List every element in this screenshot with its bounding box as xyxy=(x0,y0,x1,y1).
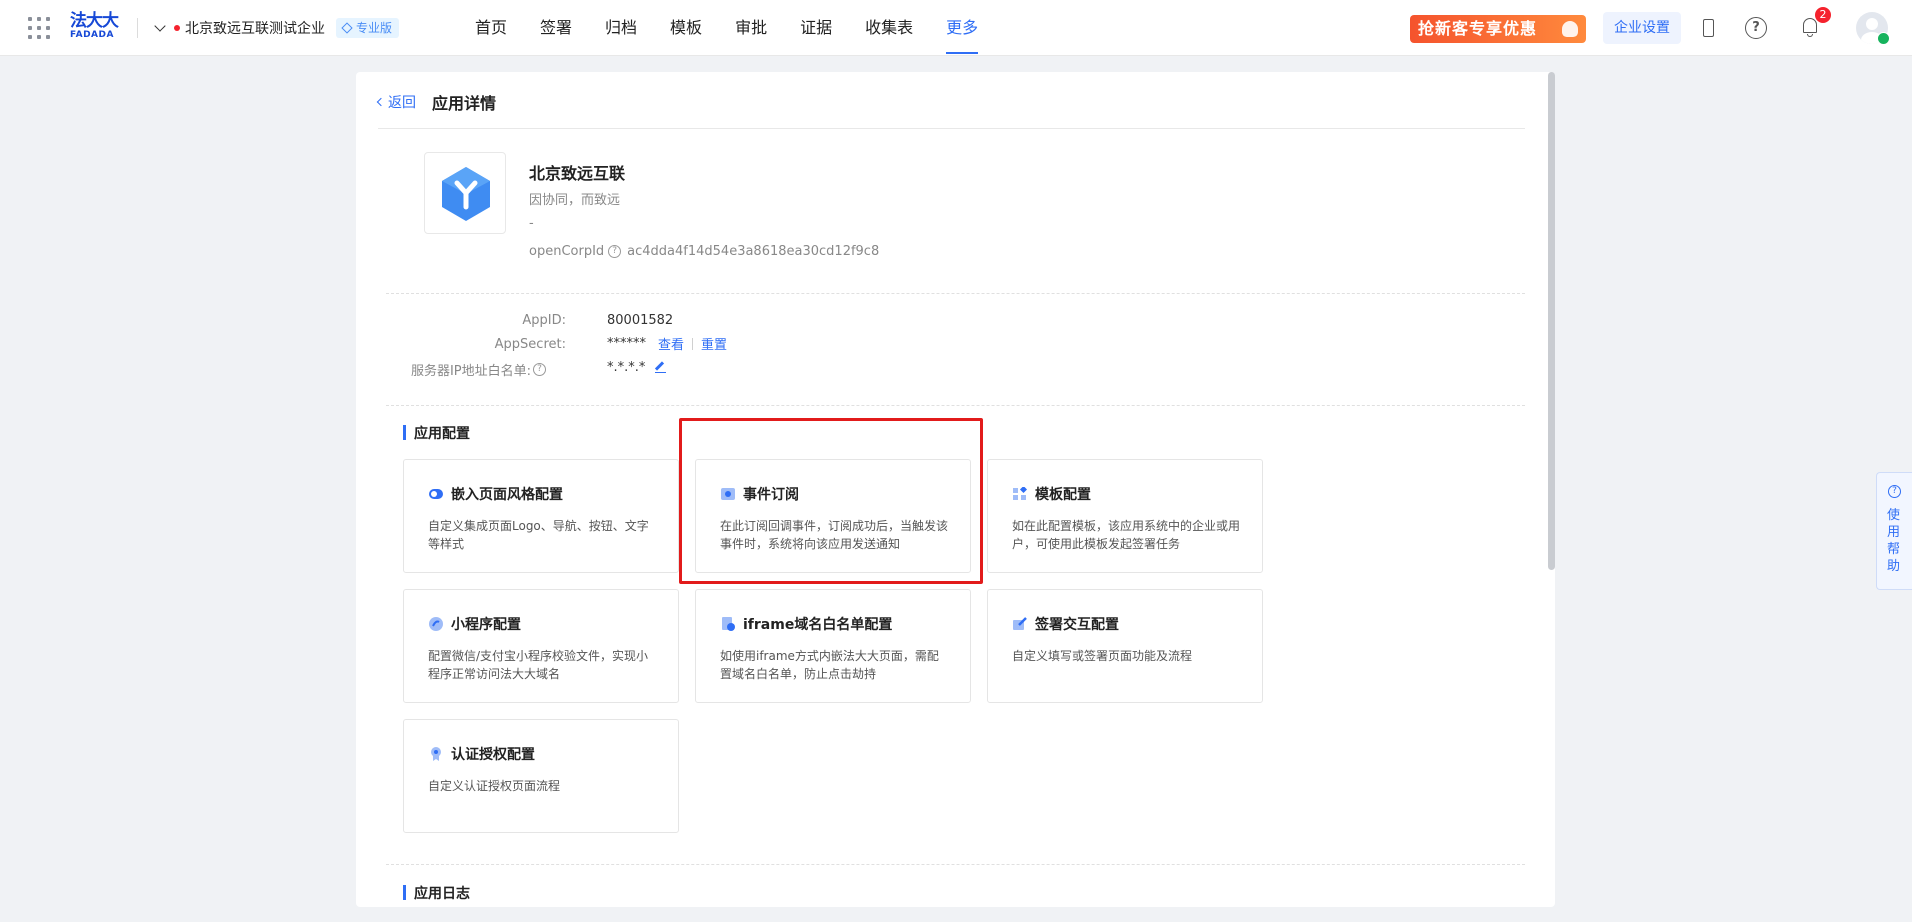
section-title-app-log: 应用日志 xyxy=(403,883,470,903)
back-label: 返回 xyxy=(388,95,416,111)
config-desc: 如使用iframe方式内嵌法大大页面，需配置域名白名单，防止点击劫持 xyxy=(720,649,939,681)
nav-item-sign[interactable]: 签署 xyxy=(540,0,572,56)
edit-icon[interactable] xyxy=(655,362,667,373)
config-card-event-subscribe[interactable]: 事件订阅 在此订阅回调事件，订阅成功后，当触发该事件时，系统将向该应用发送通知 xyxy=(695,459,971,573)
chevron-left-icon xyxy=(376,97,386,107)
logo-en: FADADA xyxy=(70,30,114,40)
config-title: iframe域名白名单配置 xyxy=(743,617,893,633)
config-title: 事件订阅 xyxy=(743,487,799,503)
ip-whitelist-label-row: 服务器IP地址白名单: ? xyxy=(356,360,546,379)
iframe-whitelist-icon xyxy=(722,617,735,631)
help-side-label: 使用帮助 xyxy=(1887,508,1901,574)
config-desc: 自定义填写或签署页面功能及流程 xyxy=(1012,649,1193,663)
app-detail-card: 返回 应用详情 北京致远互联 因协同，而致远 - openCorpId ? ac… xyxy=(356,72,1555,907)
ip-whitelist-value: *.*.*.* xyxy=(607,360,646,375)
auth-config-icon xyxy=(431,747,441,761)
pointer-hand-icon xyxy=(1562,21,1578,37)
embed-style-icon xyxy=(429,489,443,499)
appsecret-row: ****** 查看 重置 xyxy=(607,334,727,353)
verified-icon xyxy=(1877,32,1890,45)
appsecret-label: AppSecret: xyxy=(494,337,566,352)
edition-label: 专业版 xyxy=(356,21,393,35)
view-secret-link[interactable]: 查看 xyxy=(658,334,684,353)
open-corp-label: openCorpId xyxy=(529,244,605,259)
divider xyxy=(386,405,1525,406)
company-name: 北京致远互联测试企业 xyxy=(185,21,325,37)
sign-interaction-icon xyxy=(1013,617,1027,630)
help-circle-icon: ? xyxy=(1888,485,1901,498)
event-subscribe-icon xyxy=(721,488,735,500)
nav-item-approval[interactable]: 审批 xyxy=(735,0,767,56)
nav-item-archive[interactable]: 归档 xyxy=(605,0,637,56)
open-corp-value: ac4dda4f14d54e3a8618ea30cd12f9c8 xyxy=(627,244,880,259)
company-switcher[interactable]: 北京致远互联测试企业 xyxy=(154,18,325,38)
config-card-auth[interactable]: 认证授权配置 自定义认证授权页面流程 xyxy=(403,719,679,833)
nav-item-evidence[interactable]: 证据 xyxy=(800,0,832,56)
config-desc: 在此订阅回调事件，订阅成功后，当触发该事件时，系统将向该应用发送通知 xyxy=(720,519,949,551)
question-icon[interactable]: ? xyxy=(533,363,546,376)
help-side-tab[interactable]: ? 使用帮助 xyxy=(1876,472,1912,590)
nav-item-home[interactable]: 首页 xyxy=(475,0,507,56)
appid-label: AppID: xyxy=(522,313,566,328)
open-corp-id-row: openCorpId ? ac4dda4f14d54e3a8618ea30cd1… xyxy=(529,244,879,259)
ip-whitelist-row: *.*.*.* xyxy=(607,360,667,375)
scrollbar[interactable] xyxy=(1548,72,1555,570)
notification-badge: 2 xyxy=(1815,7,1831,23)
reset-secret-link[interactable]: 重置 xyxy=(701,334,727,353)
separator xyxy=(692,337,694,350)
config-desc: 如在此配置模板，该应用系统中的企业或用户，可使用此模板发起签署任务 xyxy=(1012,519,1241,551)
nav-item-more[interactable]: 更多 xyxy=(946,0,979,56)
back-button[interactable]: 返回 xyxy=(376,92,416,112)
top-bar: 法大大 FADADA 北京致远互联测试企业 专业版 首页 签署 归档 模板 审批… xyxy=(0,0,1912,56)
miniprogram-icon xyxy=(429,617,443,631)
appid-value: 80001582 xyxy=(607,313,674,328)
config-desc: 配置微信/支付宝小程序校验文件，实现小程序正常访问法大大域名 xyxy=(428,649,649,681)
status-dot xyxy=(174,25,180,31)
page-header: 返回 应用详情 xyxy=(376,90,497,114)
diamond-icon xyxy=(341,22,353,34)
config-card-template[interactable]: 模板配置 如在此配置模板，该应用系统中的企业或用户，可使用此模板发起签署任务 xyxy=(987,459,1263,573)
app-name: 北京致远互联 xyxy=(529,164,626,183)
app-extra: - xyxy=(529,216,534,231)
zhiyuan-logo-icon xyxy=(442,167,490,221)
fadada-logo[interactable]: 法大大 FADADA xyxy=(70,12,122,44)
config-card-embed-style[interactable]: 嵌入页面风格配置 自定义集成页面Logo、导航、按钮、文字等样式 xyxy=(403,459,679,573)
promo-text: 抢新客专享优惠 xyxy=(1418,19,1538,38)
config-title: 小程序配置 xyxy=(451,617,521,633)
config-card-miniprogram[interactable]: 小程序配置 配置微信/支付宝小程序校验文件，实现小程序正常访问法大大域名 xyxy=(403,589,679,703)
app-description: 因协同，而致远 xyxy=(529,193,621,208)
config-title: 认证授权配置 xyxy=(451,747,535,763)
mobile-icon[interactable] xyxy=(1694,14,1722,42)
config-card-iframe-whitelist[interactable]: iframe域名白名单配置 如使用iframe方式内嵌法大大页面，需配置域名白名… xyxy=(695,589,971,703)
edition-badge: 专业版 xyxy=(336,18,400,38)
page-title: 应用详情 xyxy=(432,94,497,113)
main-nav: 首页 签署 归档 模板 审批 证据 收集表 更多 xyxy=(475,0,1011,56)
app-logo xyxy=(424,152,506,234)
config-desc: 自定义认证授权页面流程 xyxy=(428,779,561,793)
config-title: 签署交互配置 xyxy=(1035,617,1119,633)
divider xyxy=(386,864,1525,865)
enterprise-settings-button[interactable]: 企业设置 xyxy=(1603,12,1681,44)
divider xyxy=(378,128,1525,129)
template-config-icon xyxy=(1013,487,1027,500)
logo-cn: 法大大 xyxy=(70,11,119,31)
config-title: 模板配置 xyxy=(1035,487,1091,503)
app-grid-icon[interactable] xyxy=(28,17,50,39)
divider xyxy=(386,293,1525,294)
chevron-down-icon xyxy=(154,20,166,32)
config-card-sign-interaction[interactable]: 签署交互配置 自定义填写或签署页面功能及流程 xyxy=(987,589,1263,703)
nav-item-forms[interactable]: 收集表 xyxy=(865,0,913,56)
help-icon[interactable]: ? xyxy=(1742,14,1770,42)
config-title: 嵌入页面风格配置 xyxy=(451,487,563,503)
promo-banner[interactable]: 抢新客专享优惠 xyxy=(1410,15,1586,43)
section-title-app-config: 应用配置 xyxy=(403,423,470,443)
question-icon[interactable]: ? xyxy=(608,245,622,258)
appsecret-value: ****** xyxy=(607,336,646,351)
divider xyxy=(137,18,138,38)
config-desc: 自定义集成页面Logo、导航、按钮、文字等样式 xyxy=(428,519,649,551)
ip-whitelist-label: 服务器IP地址白名单: xyxy=(410,364,531,379)
nav-item-template[interactable]: 模板 xyxy=(670,0,702,56)
